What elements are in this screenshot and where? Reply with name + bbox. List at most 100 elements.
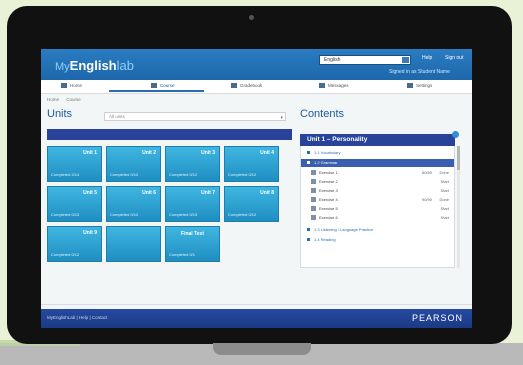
nav-label: Home (70, 83, 83, 88)
tile-progress: Completed 0/13 (51, 212, 80, 217)
collapse-icon[interactable] (452, 131, 459, 138)
unit-tile[interactable]: Unit 7 Completed 0/13 (165, 186, 220, 222)
breadcrumb: Home Course (47, 97, 87, 102)
tile-title: Unit 6 (142, 190, 156, 196)
tile-progress: Completed 0/12 (51, 252, 80, 257)
exercise-label: Exercise 5 (319, 206, 338, 211)
unit-tile[interactable]: Unit 2 Completed 0/12 (106, 146, 161, 182)
nav-item-messages[interactable]: Messages (319, 83, 349, 88)
tile-title: Final Test (181, 231, 204, 237)
exercise-status: Start (440, 188, 449, 193)
nav-item-settings[interactable]: Settings (407, 83, 432, 88)
exercise-score: 90/90 (421, 197, 432, 202)
main-nav: Home Course Gradebook Messages Settings (41, 80, 472, 94)
section-label: 1.3 Listening / Language Practice (314, 227, 374, 232)
course-select[interactable]: English (319, 55, 411, 65)
exercise-label: Exercise 6 (319, 215, 338, 220)
camera-icon (249, 15, 254, 20)
message-icon (319, 83, 325, 88)
laptop-hinge (213, 343, 311, 355)
section-label: 1.4 Reading (314, 237, 336, 242)
arrow-right-icon (307, 151, 310, 155)
exercise-row[interactable]: Exercise 5 Start (311, 205, 454, 213)
contents-section-selected[interactable]: 1.2 Grammar (301, 159, 454, 167)
tile-progress: Completed 0/1 (169, 252, 196, 257)
contents-scroll-thumb[interactable] (457, 146, 460, 170)
document-icon (311, 179, 316, 185)
document-icon (311, 170, 316, 176)
units-heading: Units (47, 108, 73, 120)
chevron-down-icon: ▾ (280, 115, 283, 121)
brand-prefix: My (55, 61, 70, 73)
book-icon (151, 83, 157, 88)
tile-title: Unit 2 (142, 150, 156, 156)
tile-title: Unit 8 (260, 190, 274, 196)
tile-progress: Completed 0/12 (228, 172, 257, 177)
footer-links[interactable]: MyEnglishLab | Help | Contact (47, 315, 107, 320)
exercise-label: Exercise 2 (319, 179, 338, 184)
tile-progress: Completed 0/12 (169, 172, 198, 177)
footer-divider (41, 304, 472, 305)
nav-label: Settings (416, 83, 433, 88)
nav-item-gradebook[interactable]: Gradebook (231, 83, 262, 88)
exercise-status: Start (440, 179, 449, 184)
gradebook-icon (231, 83, 237, 88)
app-screen: MyEnglishlab English Help Sign out Signe… (41, 49, 472, 328)
unit-tile[interactable]: Unit 5 Completed 0/13 (47, 186, 102, 222)
tile-title: Unit 3 (201, 150, 215, 156)
breadcrumb-home[interactable]: Home (47, 97, 59, 102)
unit-tile[interactable]: Unit 8 Completed 0/12 (224, 186, 279, 222)
contents-heading: Contents (300, 108, 345, 120)
exercise-status: Done (439, 170, 449, 175)
nav-label: Course (160, 83, 175, 88)
exercise-label: Exercise 1 (319, 170, 338, 175)
gear-icon (407, 83, 413, 88)
active-tab-indicator (109, 90, 204, 92)
pearson-logo: PEARSON (411, 313, 463, 323)
exercise-row[interactable]: Exercise 2 Start (311, 178, 454, 186)
tile-title: Unit 1 (83, 150, 97, 156)
exercise-status: Start (440, 215, 449, 220)
tile-progress: Completed 0/13 (169, 212, 198, 217)
contents-section[interactable]: 1.3 Listening / Language Practice (301, 226, 454, 234)
units-filter-select[interactable]: All units ▾ (104, 112, 286, 121)
units-header-bar (47, 129, 292, 140)
breadcrumb-course[interactable]: Course (66, 97, 81, 102)
filter-value: All units (109, 114, 125, 119)
document-icon (311, 206, 316, 212)
exercise-row[interactable]: Exercise 1 80/80 Done (311, 169, 454, 177)
exercise-row[interactable]: Exercise 3 Start (311, 187, 454, 195)
help-link[interactable]: Help (422, 55, 432, 61)
exercise-score: 80/80 (421, 170, 432, 175)
tile-title: Unit 9 (83, 230, 97, 236)
unit-tile[interactable]: Unit 3 Completed 0/12 (165, 146, 220, 182)
nav-item-course[interactable]: Course (151, 83, 175, 88)
section-label: 1.1 Vocabulary (314, 150, 341, 155)
tile-progress: Completed 0/12 (110, 172, 139, 177)
contents-unit-title[interactable]: Unit 1 – Personality (300, 134, 455, 146)
signout-link[interactable]: Sign out (445, 55, 463, 61)
contents-section[interactable]: 1.1 Vocabulary (301, 149, 454, 157)
tile-title: Unit 5 (83, 190, 97, 196)
chevron-down-icon (402, 57, 409, 63)
unit-tile[interactable]: Unit 4 Completed 0/12 (224, 146, 279, 182)
exercise-row[interactable]: Exercise 6 Start (311, 214, 454, 222)
final-test-tile[interactable]: Final Test Completed 0/1 (165, 226, 220, 262)
exercise-label: Exercise 3 (319, 188, 338, 193)
unit-tile[interactable]: Unit 9 Completed 0/12 (47, 226, 102, 262)
tile-title: Unit 4 (260, 150, 274, 156)
user-info: Signed in as Student Name (389, 69, 450, 75)
exercise-row[interactable]: Exercise 4 90/90 Done (311, 196, 454, 204)
unit-tile[interactable]: Unit 1 Completed 2/14 (47, 146, 102, 182)
nav-label: Gradebook (240, 83, 263, 88)
tile-progress: Completed 0/12 (110, 212, 139, 217)
brand-logo[interactable]: MyEnglishlab (55, 58, 134, 73)
nav-item-home[interactable]: Home (61, 83, 82, 88)
tile-progress: Completed 2/14 (51, 172, 80, 177)
unit-tile[interactable]: Unit 6 Completed 0/12 (106, 186, 161, 222)
top-bar: MyEnglishlab English Help Sign out Signe… (41, 49, 472, 80)
brand-main: English (69, 58, 117, 73)
contents-section[interactable]: 1.4 Reading (301, 236, 454, 244)
arrow-right-icon (307, 228, 310, 232)
unit-tile[interactable] (106, 226, 161, 262)
